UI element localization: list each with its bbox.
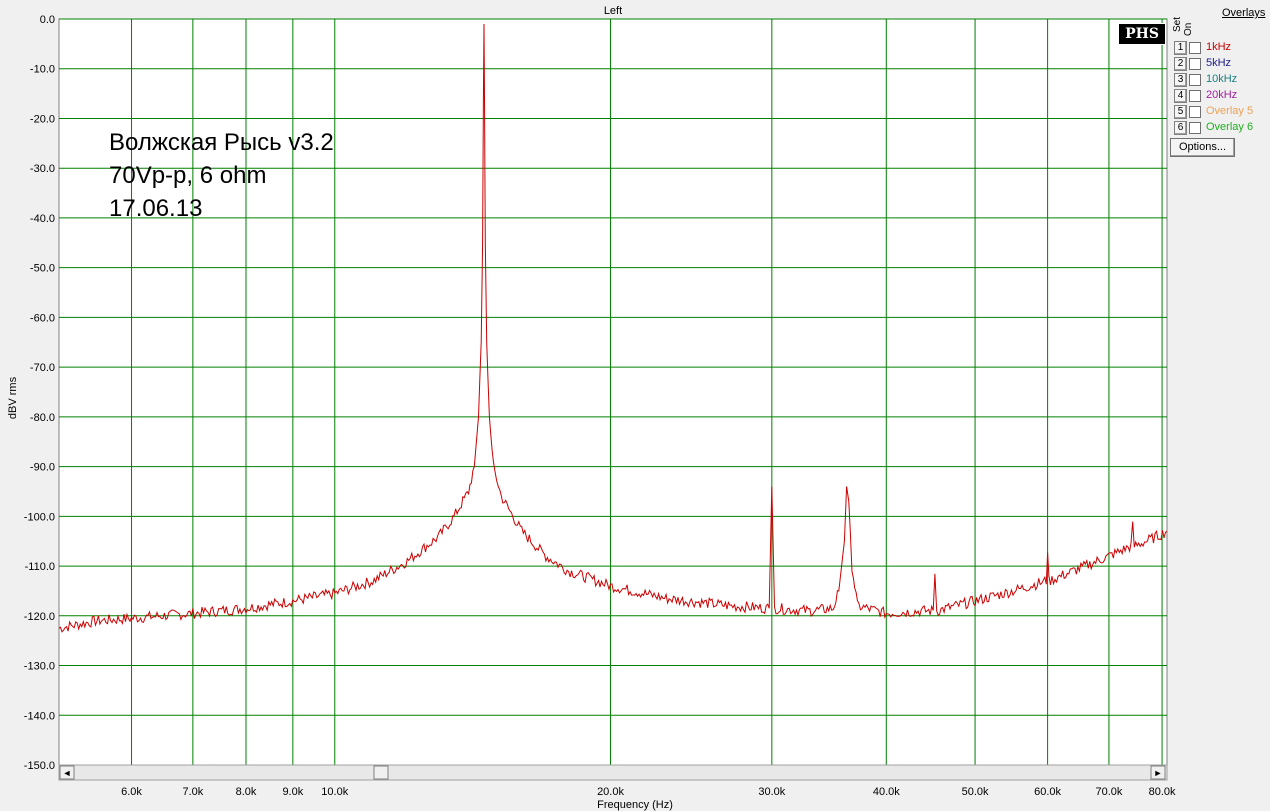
overlays-title: Overlays: [1222, 7, 1266, 19]
scroll-left-arrow-icon: ◄: [63, 768, 72, 778]
overlay-label: 1kHz: [1206, 41, 1232, 53]
y-tick-label: -50.0: [30, 263, 55, 275]
y-tick-label: -70.0: [30, 362, 55, 374]
y-tick-label: -140.0: [24, 710, 55, 722]
x-tick-label: 40.0k: [873, 786, 900, 798]
y-tick-label: -30.0: [30, 163, 55, 175]
x-tick-label: 8.0k: [236, 786, 257, 798]
y-tick-label: -80.0: [30, 412, 55, 424]
x-axis-label: Frequency (Hz): [597, 799, 673, 811]
annotation-line-1: Волжская Рысь v3.2: [109, 129, 334, 156]
chart-title: Left: [604, 5, 622, 17]
y-tick-label: -130.0: [24, 661, 55, 673]
overlay-label: Overlay 6: [1206, 121, 1254, 133]
overlays-panel: Overlays Set On 1 1kHz 2 5kHz 3 10kHz 4 20kHz 5 O…: [1170, 0, 1270, 811]
overlay-on-checkbox[interactable]: [1189, 122, 1201, 134]
set-column-header: Set: [1172, 16, 1183, 32]
overlay-set-button[interactable]: 4: [1174, 89, 1187, 103]
y-tick-label: -20.0: [30, 113, 55, 125]
overlay-label: 20kHz: [1206, 89, 1238, 101]
y-tick-label: -150.0: [24, 760, 55, 772]
y-tick-label: -40.0: [30, 213, 55, 225]
y-tick-label: -60.0: [30, 312, 55, 324]
y-tick-label: -100.0: [24, 511, 55, 523]
overlay-set-button[interactable]: 6: [1174, 121, 1187, 135]
x-tick-label: 20.0k: [597, 786, 624, 798]
x-tick-label: 9.0k: [282, 786, 303, 798]
overlay-on-checkbox[interactable]: [1189, 74, 1201, 86]
y-axis-label: dBV rms: [7, 376, 19, 419]
overlay-set-button[interactable]: 5: [1174, 105, 1187, 119]
overlay-on-checkbox[interactable]: [1189, 58, 1201, 70]
horizontal-scrollbar[interactable]: ◄ ►: [58, 764, 1168, 781]
overlay-label: 10kHz: [1206, 73, 1238, 85]
overlay-label: 5kHz: [1206, 57, 1232, 69]
y-tick-label: -110.0: [25, 561, 55, 573]
chart: 0.0 -10.0 -20.0 -30.0 -40.0 -50.0 -60.0 -70.0 -8…: [7, 5, 1176, 811]
x-tick-label: 60.0k: [1034, 786, 1061, 798]
y-axis: 0.0 -10.0 -20.0 -30.0 -40.0 -50.0 -60.0 -70.0 -8…: [24, 14, 55, 772]
x-axis: 6.0k 7.0k 8.0k 9.0k 10.0k 20.0k 30.0k 40.0k 50.0…: [121, 786, 1176, 798]
scroll-right-arrow-icon: ►: [1154, 768, 1163, 778]
overlay-label: Overlay 5: [1206, 105, 1254, 117]
x-tick-label: 30.0k: [758, 786, 785, 798]
x-tick-label: 70.0k: [1095, 786, 1122, 798]
x-tick-label: 7.0k: [182, 786, 203, 798]
phs-logo: PHS: [1118, 23, 1166, 45]
on-column-header: On: [1183, 22, 1194, 36]
y-tick-label: -120.0: [24, 611, 55, 623]
overlay-set-button[interactable]: 1: [1174, 41, 1187, 55]
overlay-set-button[interactable]: 3: [1174, 73, 1187, 87]
options-button[interactable]: Options...: [1170, 138, 1235, 157]
annotation-line-3: 17.06.13: [109, 195, 202, 222]
y-tick-label: -90.0: [30, 462, 55, 474]
overlay-on-checkbox[interactable]: [1189, 90, 1201, 102]
annotation-line-2: 70Vp-p, 6 ohm: [109, 162, 266, 189]
overlay-set-button[interactable]: 2: [1174, 57, 1187, 71]
x-tick-label: 10.0k: [321, 786, 348, 798]
x-tick-label: 50.0k: [962, 786, 989, 798]
x-tick-label: 6.0k: [121, 786, 142, 798]
y-tick-label: 0.0: [40, 14, 55, 26]
overlay-on-checkbox[interactable]: [1189, 42, 1201, 54]
overlay-on-checkbox[interactable]: [1189, 106, 1201, 118]
y-tick-label: -10.0: [30, 64, 55, 76]
scroll-thumb[interactable]: [373, 765, 389, 780]
